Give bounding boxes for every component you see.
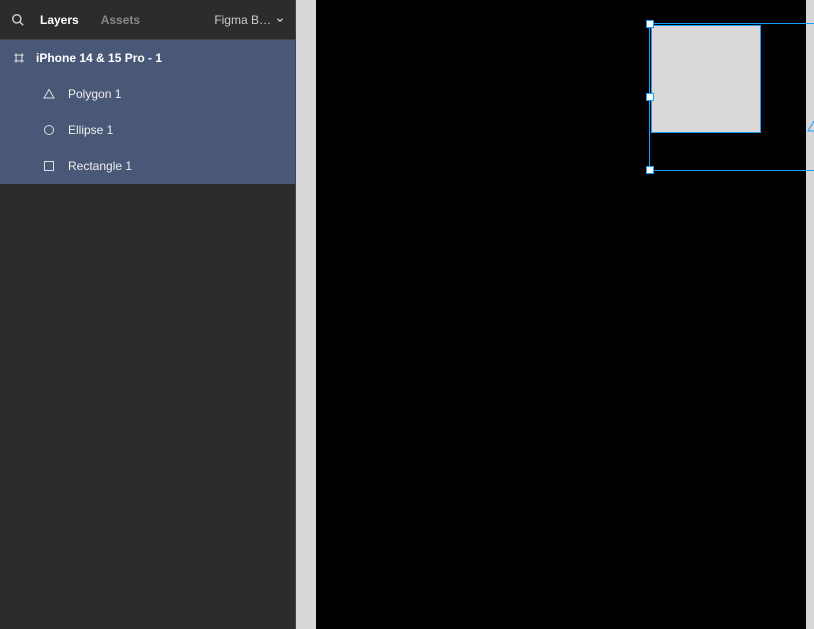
tab-assets[interactable]: Assets [93, 9, 148, 31]
canvas[interactable]: 351 × 113 [296, 0, 814, 629]
selection-bounding-box[interactable] [649, 23, 814, 171]
project-name-label: Figma B… [214, 13, 271, 27]
layer-label: Rectangle 1 [68, 159, 132, 173]
selection-handle[interactable] [646, 20, 654, 28]
layer-label: Polygon 1 [68, 87, 121, 101]
frame-icon [12, 51, 26, 65]
chevron-down-icon [275, 15, 285, 25]
layers-panel: Layers Assets Figma B… iPhone 14 & 15 Pr… [0, 0, 296, 629]
selection-handle[interactable] [646, 166, 654, 174]
tab-layers[interactable]: Layers [32, 9, 87, 31]
project-dropdown[interactable]: Figma B… [214, 13, 285, 27]
selection-handle[interactable] [646, 93, 654, 101]
frame-name-label: iPhone 14 & 15 Pro - 1 [36, 51, 162, 65]
ellipse-icon [42, 123, 56, 137]
polygon-icon [42, 87, 56, 101]
search-icon[interactable] [10, 12, 26, 28]
layer-row-rectangle[interactable]: Rectangle 1 [0, 148, 295, 184]
layer-label: Ellipse 1 [68, 123, 113, 137]
frame-row[interactable]: iPhone 14 & 15 Pro - 1 [0, 40, 295, 76]
layer-row-ellipse[interactable]: Ellipse 1 [0, 112, 295, 148]
rectangle-icon [42, 159, 56, 173]
sidebar-header: Layers Assets Figma B… [0, 0, 295, 40]
layer-row-polygon[interactable]: Polygon 1 [0, 76, 295, 112]
